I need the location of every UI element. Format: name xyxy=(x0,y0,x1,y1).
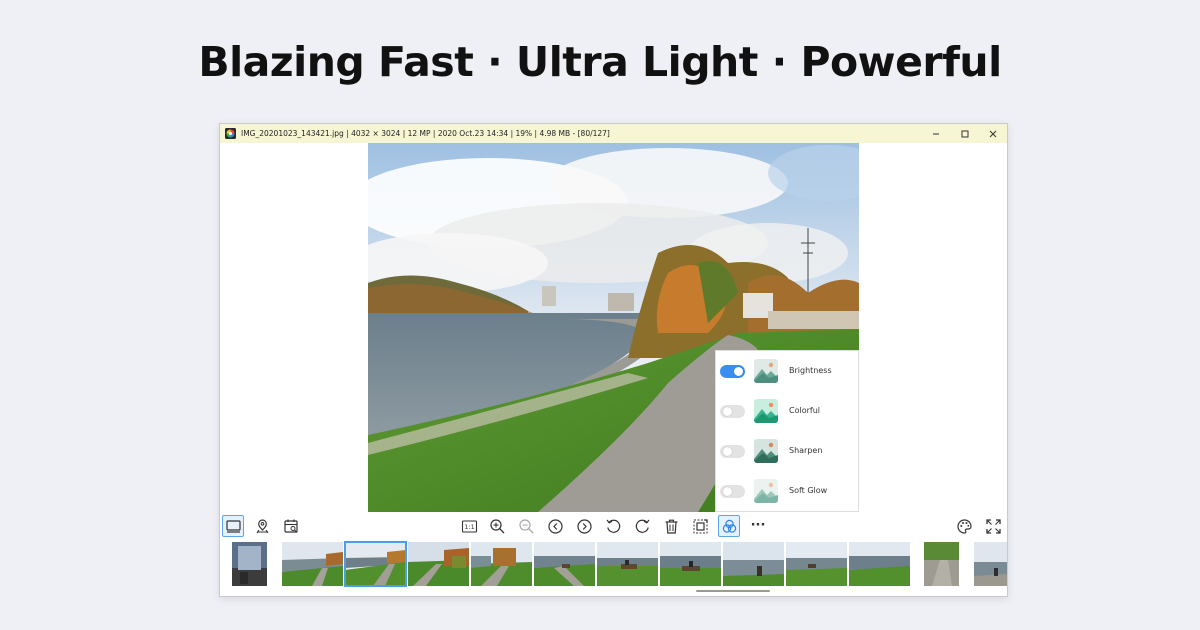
minimize-icon xyxy=(933,133,939,134)
landscape-icon xyxy=(754,479,778,503)
actual-size-label: 1:1 xyxy=(464,523,474,531)
next-icon xyxy=(576,518,592,534)
adjustment-brightness[interactable]: Brightness xyxy=(716,351,860,391)
filmstrip-thumbnail[interactable] xyxy=(786,542,847,586)
previous-icon xyxy=(547,518,563,534)
adjustment-soft-glow[interactable]: Soft Glow xyxy=(716,471,860,511)
filmstrip-thumbnail[interactable] xyxy=(924,542,959,586)
filmstrip-thumbnail[interactable] xyxy=(344,541,407,587)
fullscreen-icon xyxy=(985,518,1001,534)
rotate-left-button[interactable] xyxy=(602,515,624,537)
adjustment-sharpen[interactable]: Sharpen xyxy=(716,431,860,471)
rotate-left-icon xyxy=(606,519,620,533)
title-bar: IMG_20201023_143421.jpg | 4032 × 3024 | … xyxy=(220,124,1007,143)
next-button[interactable] xyxy=(573,515,595,537)
adjustment-label: Brightness xyxy=(789,366,832,375)
colorful-toggle[interactable] xyxy=(720,405,745,418)
more-button[interactable]: ··· xyxy=(747,515,769,537)
landscape-icon xyxy=(754,439,778,463)
viewer-window: IMG_20201023_143421.jpg | 4032 × 3024 | … xyxy=(219,123,1008,597)
landscape-icon xyxy=(754,399,778,423)
filmstrip xyxy=(220,539,1007,588)
filmstrip-thumbnail[interactable] xyxy=(660,542,721,586)
zoom-out-icon xyxy=(518,518,533,533)
adjustment-panel: Brightness Colorful Sharpen Soft Glow xyxy=(715,350,859,512)
minimize-button[interactable] xyxy=(922,124,950,143)
filmstrip-thumbnail[interactable] xyxy=(282,542,343,586)
maximize-icon xyxy=(961,130,969,137)
maximize-button[interactable] xyxy=(951,124,979,143)
rotate-right-icon xyxy=(635,519,649,533)
map-pin-icon xyxy=(256,518,268,533)
filmstrip-thumbnail[interactable] xyxy=(408,542,469,586)
actual-size-button[interactable]: 1:1 xyxy=(458,515,480,537)
brightness-toggle[interactable] xyxy=(720,365,745,378)
soft-glow-toggle[interactable] xyxy=(720,485,745,498)
landscape-icon xyxy=(754,359,778,383)
more-icon: ··· xyxy=(750,518,766,533)
zoom-in-icon xyxy=(489,518,504,533)
filmstrip-thumbnail[interactable] xyxy=(471,542,532,586)
zoom-in-button[interactable] xyxy=(486,515,508,537)
filmstrip-thumbnail[interactable] xyxy=(597,542,658,586)
filmstrip-thumbnail[interactable] xyxy=(974,542,1007,586)
map-button[interactable] xyxy=(251,515,273,537)
sharpen-toggle[interactable] xyxy=(720,445,745,458)
bottom-toolbar: 1:1 ··· xyxy=(220,513,1007,539)
fullscreen-button[interactable] xyxy=(982,515,1004,537)
filters-icon xyxy=(722,519,736,533)
rotate-right-button[interactable] xyxy=(631,515,653,537)
filters-button[interactable] xyxy=(718,515,740,537)
filmstrip-icon xyxy=(225,519,241,533)
adjustment-label: Colorful xyxy=(789,406,820,415)
previous-button[interactable] xyxy=(544,515,566,537)
close-icon xyxy=(989,130,997,137)
adjustment-label: Sharpen xyxy=(789,446,823,455)
headline: Blazing Fast · Ultra Light · Powerful xyxy=(198,38,1002,86)
filmstrip-button[interactable] xyxy=(222,515,244,537)
close-button[interactable] xyxy=(979,124,1007,143)
filmstrip-thumbnail[interactable] xyxy=(849,542,910,586)
actual-size-icon: 1:1 xyxy=(461,519,477,533)
delete-icon xyxy=(665,519,677,534)
zoom-out-button[interactable] xyxy=(515,515,537,537)
palette-button[interactable] xyxy=(953,515,975,537)
adjustment-label: Soft Glow xyxy=(789,486,828,495)
palette-icon xyxy=(956,518,972,534)
crop-icon xyxy=(693,518,708,533)
filmstrip-thumbnail[interactable] xyxy=(232,542,267,586)
filmstrip-scrollbar[interactable] xyxy=(696,590,770,592)
calendar-button[interactable] xyxy=(280,515,302,537)
calendar-search-icon xyxy=(283,519,298,533)
window-title: IMG_20201023_143421.jpg | 4032 × 3024 | … xyxy=(241,129,610,138)
delete-button[interactable] xyxy=(660,515,682,537)
filmstrip-thumbnail[interactable] xyxy=(534,542,595,586)
filmstrip-thumbnail[interactable] xyxy=(723,542,784,586)
adjustment-colorful[interactable]: Colorful xyxy=(716,391,860,431)
app-icon xyxy=(225,128,236,139)
crop-button[interactable] xyxy=(689,515,711,537)
